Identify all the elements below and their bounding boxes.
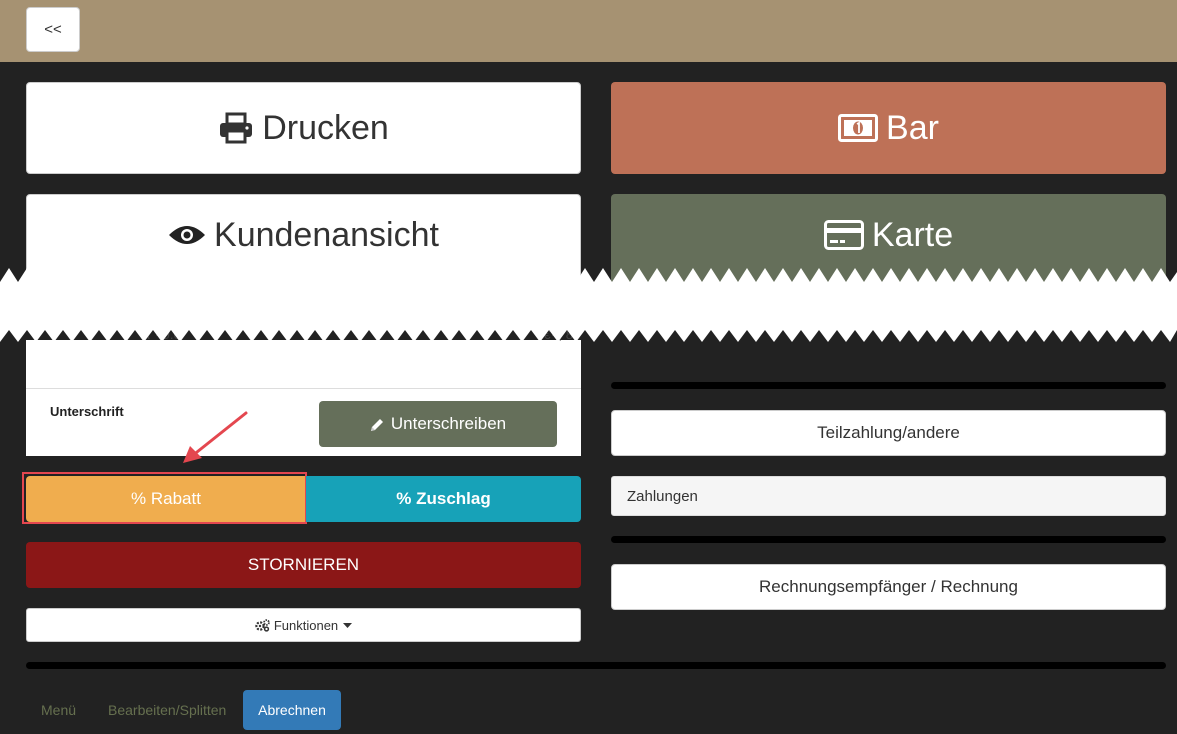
- payments-heading: Zahlungen: [611, 476, 1166, 516]
- section-divider: [611, 536, 1166, 543]
- order-summary-panel: A’ · 9.0 €· ; 8 Unterschrift Unterschrei…: [26, 327, 581, 456]
- surcharge-button[interactable]: % Zuschlag: [306, 476, 581, 522]
- nav-edit-split[interactable]: Bearbeiten/Splitten: [108, 690, 226, 730]
- print-label: Drucken: [262, 108, 389, 147]
- caret-down-icon: [343, 622, 353, 628]
- highlight-box: [22, 472, 307, 524]
- customer-view-button[interactable]: Kundenansicht: [26, 194, 581, 286]
- back-button[interactable]: <<: [26, 7, 80, 52]
- print-button[interactable]: Drucken: [26, 82, 581, 174]
- nav-menu[interactable]: Menü: [41, 690, 76, 730]
- cash-button[interactable]: Bar: [611, 82, 1166, 174]
- torn-edge-cut: [0, 268, 1177, 342]
- gears-icon: [255, 618, 270, 632]
- annotation-arrow: [183, 411, 248, 463]
- section-divider: [611, 382, 1166, 389]
- signature-label: Unterschrift: [50, 404, 124, 419]
- signature-divider: [26, 388, 581, 389]
- printer-icon: [218, 112, 254, 144]
- functions-dropdown[interactable]: Funktionen: [26, 608, 581, 642]
- card-label: Karte: [871, 215, 954, 254]
- cash-label: Bar: [886, 108, 939, 147]
- eye-icon: [168, 223, 206, 247]
- partial-payment-button[interactable]: Teilzahlung/andere: [611, 410, 1166, 456]
- customer-view-label: Kundenansicht: [214, 215, 439, 254]
- sign-button[interactable]: Unterschreiben: [319, 401, 557, 447]
- functions-label: Funktionen: [273, 617, 339, 633]
- money-icon: [838, 114, 879, 142]
- credit-card-icon: [823, 220, 864, 250]
- pencil-icon: [370, 417, 385, 432]
- nav-checkout[interactable]: Abrechnen: [243, 690, 341, 730]
- cancel-button[interactable]: STORNIEREN: [26, 542, 581, 588]
- invoice-recipient-button[interactable]: Rechnungsempfänger / Rechnung: [611, 564, 1166, 610]
- footer-divider: [26, 662, 1166, 669]
- top-bar: <<: [0, 0, 1177, 62]
- sign-button-label: Unterschreiben: [390, 414, 507, 433]
